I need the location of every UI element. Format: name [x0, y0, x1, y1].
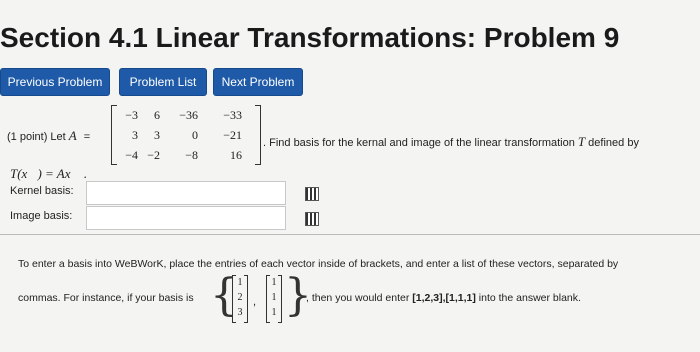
kernel-basis-label: Kernel basis: [10, 185, 74, 197]
matrix-cell: −33 [223, 108, 242, 122]
matrix-cell: 0 [192, 128, 198, 142]
previous-problem-button[interactable]: Previous Problem [0, 68, 110, 96]
problem-list-button[interactable]: Problem List [119, 68, 207, 96]
equals-sign: = [83, 131, 91, 143]
help-text-line1: To enter a basis into WeBWorK, place the… [18, 258, 619, 270]
problem-intro: (1 point) Let A = [7, 128, 90, 144]
example-entry: [1,2,3],[1,1,1] [412, 292, 476, 304]
problem-question: . Find basis for the kernal and image of… [263, 134, 639, 150]
example-vector: 1 1 1 [266, 275, 282, 323]
matrix-cell: 6 [154, 108, 160, 122]
vector-entry: 1 [271, 277, 277, 288]
matrix-symbol: A [68, 128, 77, 143]
vector-separator: , [253, 296, 257, 308]
matrix-cell: −36 [179, 108, 198, 122]
matrix-a: −3 6 −36 −33 3 3 0 −21 −4 −2 −8 16 [111, 105, 261, 165]
defined-by-text: defined by [585, 137, 639, 149]
next-problem-button[interactable]: Next Problem [213, 68, 303, 96]
help-text-line2-rest: , then you would enter [1,2,3],[1,1,1] i… [306, 292, 581, 304]
matrix-entry-icon[interactable] [305, 187, 319, 201]
vector-entry: 1 [271, 292, 277, 303]
matrix-cell: −2 [147, 148, 160, 162]
matrix-cell: 3 [154, 128, 160, 142]
image-basis-label: Image basis: [10, 210, 73, 222]
page-title: Section 4.1 Linear Transformations: Prob… [0, 22, 620, 53]
help-text-suffix: into the answer blank. [475, 292, 581, 304]
matrix-cell: 16 [230, 148, 242, 162]
vector-entry: 2 [237, 292, 243, 303]
vector-entry: 1 [271, 307, 277, 318]
divider [0, 234, 700, 235]
vector-entry: 3 [237, 307, 243, 318]
transformation-formula: T(x⃗) = Ax⃗ . [10, 166, 88, 181]
help-text-middle: , then you would enter [306, 292, 413, 304]
image-basis-input[interactable] [86, 206, 286, 230]
matrix-cell: −21 [223, 128, 242, 142]
vector-entry: 1 [237, 277, 243, 288]
question-text: . Find basis for the kernal and image of… [263, 137, 578, 149]
help-text-line2-prefix: commas. For instance, if your basis is [18, 292, 194, 304]
matrix-entry-icon[interactable] [305, 212, 319, 226]
matrix-cell: −8 [185, 148, 198, 162]
points-prefix: (1 point) Let [7, 131, 69, 143]
kernel-basis-input[interactable] [86, 181, 286, 205]
example-vector: 1 2 3 [232, 275, 248, 323]
